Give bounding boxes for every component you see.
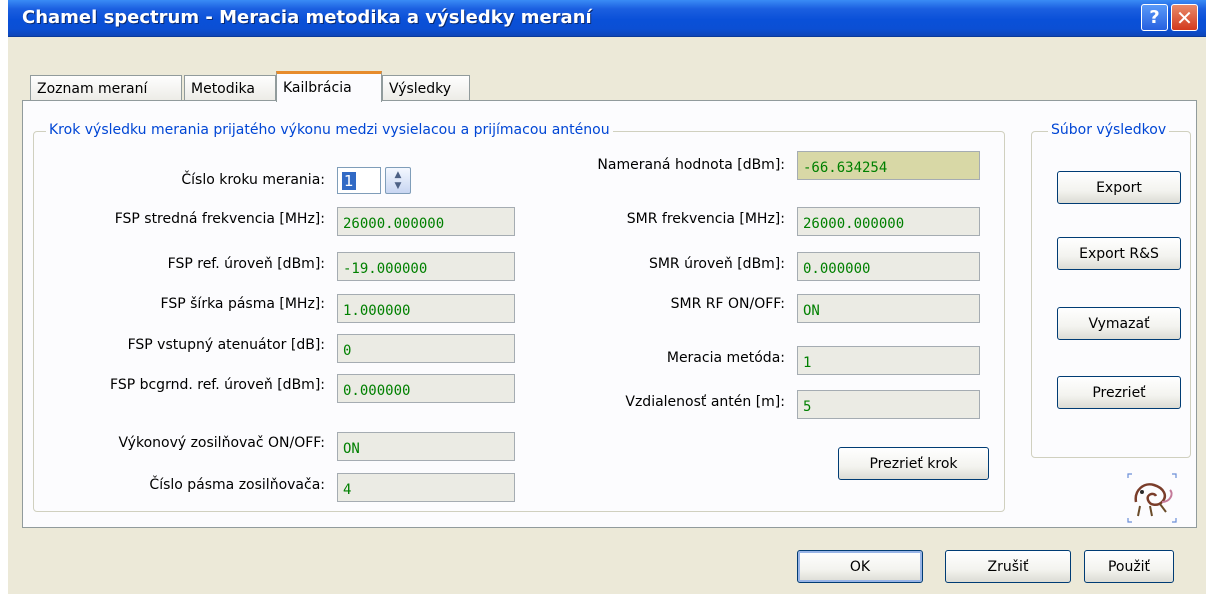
amplifier-band-label: Číslo pásma zosilňovača:: [149, 477, 325, 493]
delete-button[interactable]: Vymazať: [1057, 307, 1181, 340]
cancel-button[interactable]: Zrušiť: [945, 550, 1071, 583]
fsp-background-ref-level-label: FSP bcgrnd. ref. úroveň [dBm]:: [110, 377, 325, 393]
measured-value-field: -66.634254: [797, 151, 980, 180]
apply-button[interactable]: Použiť: [1084, 550, 1174, 583]
fsp-bandwidth-field: 1.000000: [337, 294, 515, 323]
tab-label: Kailbrácia: [283, 80, 352, 96]
title-bar[interactable]: Chamel spectrum - Meracia metodika a výs…: [8, 0, 1206, 37]
fsp-center-frequency-label: FSP stredná frekvencia [MHz]:: [114, 211, 325, 227]
fsp-input-attenuator-label: FSP vstupný atenuátor [dB]:: [127, 337, 325, 353]
measurement-step-legend: Krok výsledku merania prijatého výkonu m…: [46, 122, 613, 138]
fsp-ref-level-field: -19.000000: [337, 252, 515, 281]
window-title: Chamel spectrum - Meracia metodika a výs…: [22, 7, 592, 28]
view-step-button[interactable]: Prezrieť krok: [838, 447, 989, 480]
fsp-center-frequency-field: 26000.000000: [337, 207, 515, 236]
tab-metodika[interactable]: Metodika: [184, 75, 276, 101]
antenna-distance-label: Vzdialenosť antén [m]:: [625, 394, 785, 410]
help-button[interactable]: ?: [1141, 4, 1168, 31]
chevron-down-icon: ▼: [394, 181, 402, 191]
smr-frequency-field: 26000.000000: [797, 207, 980, 236]
measurement-method-label: Meracia metóda:: [666, 350, 785, 366]
smr-level-field: 0.000000: [797, 252, 980, 281]
amplifier-band-field: 4: [337, 473, 515, 502]
power-amplifier-field: ON: [337, 432, 515, 461]
chameleon-logo-icon: [1127, 473, 1177, 523]
power-amplifier-label: Výkonový zosilňovač ON/OFF:: [118, 435, 325, 451]
antenna-distance-field: 5: [797, 390, 980, 419]
export-rs-button[interactable]: Export R&S: [1057, 237, 1181, 270]
tab-label: Metodika: [191, 80, 255, 97]
measured-value-label: Nameraná hodnota [dBm]:: [597, 157, 785, 173]
tab-label: Výsledky: [389, 80, 452, 97]
close-icon: ✕: [1176, 5, 1193, 30]
tab-zoznam-merani[interactable]: Zoznam meraní: [30, 75, 182, 101]
step-number-spinner[interactable]: ▲ ▼: [385, 167, 411, 194]
measurement-method-field: 1: [797, 346, 980, 375]
help-icon: ?: [1149, 7, 1160, 28]
fsp-input-attenuator-field: 0: [337, 334, 515, 363]
tab-panel-kalibracia: Krok výsledku merania prijatého výkonu m…: [22, 100, 1197, 528]
tab-label: Zoznam meraní: [37, 80, 148, 97]
step-number-label: Číslo kroku merania:: [181, 172, 325, 188]
smr-level-label: SMR úroveň [dBm]:: [648, 256, 785, 272]
step-number-input[interactable]: 1: [337, 167, 381, 194]
results-file-legend: Súbor výsledkov: [1048, 122, 1170, 138]
export-button[interactable]: Export: [1057, 171, 1181, 204]
smr-rf-onoff-field: ON: [797, 294, 980, 323]
tab-vysledky[interactable]: Výsledky: [382, 75, 470, 101]
fsp-bandwidth-label: FSP šírka pásma [MHz]:: [160, 296, 325, 312]
smr-rf-onoff-label: SMR RF ON/OFF:: [670, 296, 785, 312]
fsp-ref-level-label: FSP ref. úroveň [dBm]:: [167, 256, 325, 272]
close-button[interactable]: ✕: [1171, 4, 1198, 31]
chevron-up-icon: ▲: [394, 170, 402, 180]
tab-kalibracia[interactable]: Kailbrácia: [276, 71, 382, 102]
step-number-value: 1: [342, 172, 356, 190]
preview-button[interactable]: Prezrieť: [1057, 376, 1181, 409]
smr-frequency-label: SMR frekvencia [MHz]:: [626, 211, 785, 227]
fsp-background-ref-level-field: 0.000000: [337, 374, 515, 403]
ok-button[interactable]: OK: [797, 550, 923, 583]
dialog-window: Chamel spectrum - Meracia metodika a výs…: [8, 0, 1206, 594]
